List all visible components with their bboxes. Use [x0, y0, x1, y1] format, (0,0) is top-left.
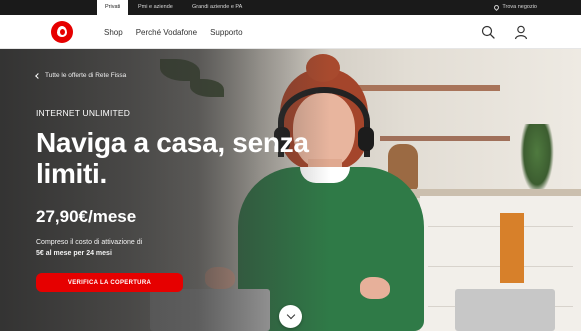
store-locator-link[interactable]: Trova negozio [493, 0, 537, 15]
store-locator-label: Trova negozio [502, 4, 537, 10]
utility-bar: Privati Pmi e aziende Grandi aziende e P… [0, 0, 581, 15]
back-link-label: Tutte le offerte di Rete Fissa [45, 72, 127, 79]
vodafone-logo[interactable] [51, 21, 73, 43]
nav-link-perche-vodafone[interactable]: Perché Vodafone [136, 28, 197, 37]
price-note: Compreso il costo di attivazione di 5€ a… [36, 237, 166, 259]
nav-link-shop[interactable]: Shop [104, 28, 123, 37]
segment-grandi-aziende[interactable]: Grandi aziende e PA [192, 0, 242, 15]
main-nav: Shop Perché Vodafone Supporto [0, 15, 581, 49]
kitchen-shelf-lower [380, 136, 510, 141]
user-icon[interactable] [513, 24, 529, 40]
person-hand-right [360, 277, 390, 299]
nav-link-supporto[interactable]: Supporto [210, 28, 242, 37]
kitchen-plant [520, 124, 554, 194]
segment-pmi-aziende[interactable]: Pmi e aziende [138, 0, 173, 15]
headphone-earcup [358, 127, 374, 151]
kitchen-shelf [345, 85, 500, 91]
chevron-left-icon [35, 72, 41, 79]
location-pin-icon [493, 3, 501, 12]
price-note-text: Compreso il costo di attivazione di [36, 239, 143, 246]
hero-eyebrow: INTERNET UNLIMITED [36, 108, 131, 118]
offer-price: 27,90€/mese [36, 207, 137, 226]
scroll-down-button[interactable] [279, 305, 302, 328]
check-coverage-button[interactable]: VERIFICA LA COPERTURA [36, 273, 183, 292]
laptop-second [455, 289, 555, 331]
hero-banner: Tutte le offerte di Rete Fissa INTERNET … [0, 49, 581, 331]
price-note-bold: 5€ al mese per 24 mesi [36, 250, 112, 257]
search-icon[interactable] [480, 24, 496, 40]
kitchen-towel [500, 213, 524, 283]
segment-privati[interactable]: Privati [97, 0, 129, 15]
chevron-down-icon [286, 310, 295, 320]
nav-links: Shop Perché Vodafone Supporto [104, 15, 243, 49]
back-link[interactable]: Tutte le offerte di Rete Fissa [35, 72, 127, 79]
hero-headline: Naviga a casa, senza limiti. [36, 127, 309, 189]
